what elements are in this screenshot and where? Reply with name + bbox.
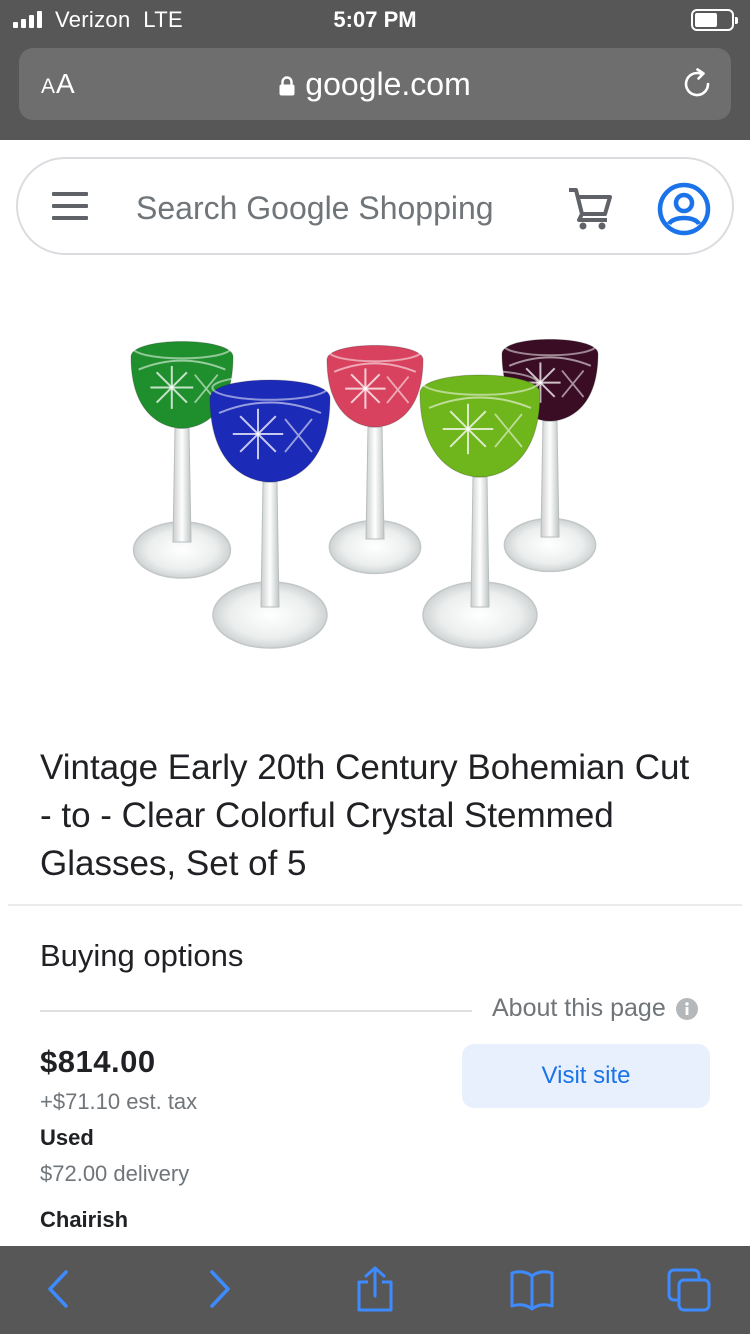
crystal-glass [419,369,541,649]
buying-options-heading: Buying options [40,938,244,973]
browser-toolbar [0,1246,750,1334]
buying-options-divider [40,1010,472,1012]
address-bar[interactable]: AA google.com [19,48,731,120]
menu-icon[interactable] [52,192,88,220]
browser-top-chrome: Verizon LTE 5:07 PM AA google.com [0,0,750,140]
product-image[interactable] [125,325,625,650]
tabs-icon[interactable] [667,1266,711,1312]
crystal-glass [130,336,234,579]
crystal-glass [326,341,424,575]
status-bar: Verizon LTE 5:07 PM [0,0,750,40]
product-title: Vintage Early 20th Century Bohemian Cut … [40,748,690,883]
url-text: google.com [305,66,471,102]
info-icon [675,997,698,1020]
offer-condition: Used [40,1125,94,1150]
reload-icon[interactable] [679,66,715,102]
search-input[interactable]: Search Google Shopping [136,190,494,227]
lock-icon [279,76,295,96]
share-icon[interactable] [353,1266,397,1312]
bookmarks-icon[interactable] [510,1266,554,1312]
back-icon[interactable] [38,1266,82,1312]
shopping-search-bar[interactable]: Search Google Shopping [16,157,734,255]
offer-tax: +$71.10 est. tax [40,1089,198,1114]
url-display[interactable]: google.com [19,66,731,103]
forward-icon[interactable] [196,1266,240,1312]
offer-seller[interactable]: Chairish [40,1207,128,1233]
about-this-page-label: About this page [492,994,666,1022]
visit-site-button[interactable]: Visit site [462,1044,710,1108]
account-icon[interactable] [656,181,712,237]
status-time: 5:07 PM [333,7,417,32]
offer-delivery: $72.00 delivery [40,1161,190,1186]
section-divider [8,904,742,906]
battery-icon [691,9,738,31]
about-this-page-link[interactable]: About this page [492,994,698,1023]
crystal-glass [209,374,331,649]
offer-price: $814.00 [40,1044,156,1079]
shopping-cart-icon[interactable] [567,186,613,230]
